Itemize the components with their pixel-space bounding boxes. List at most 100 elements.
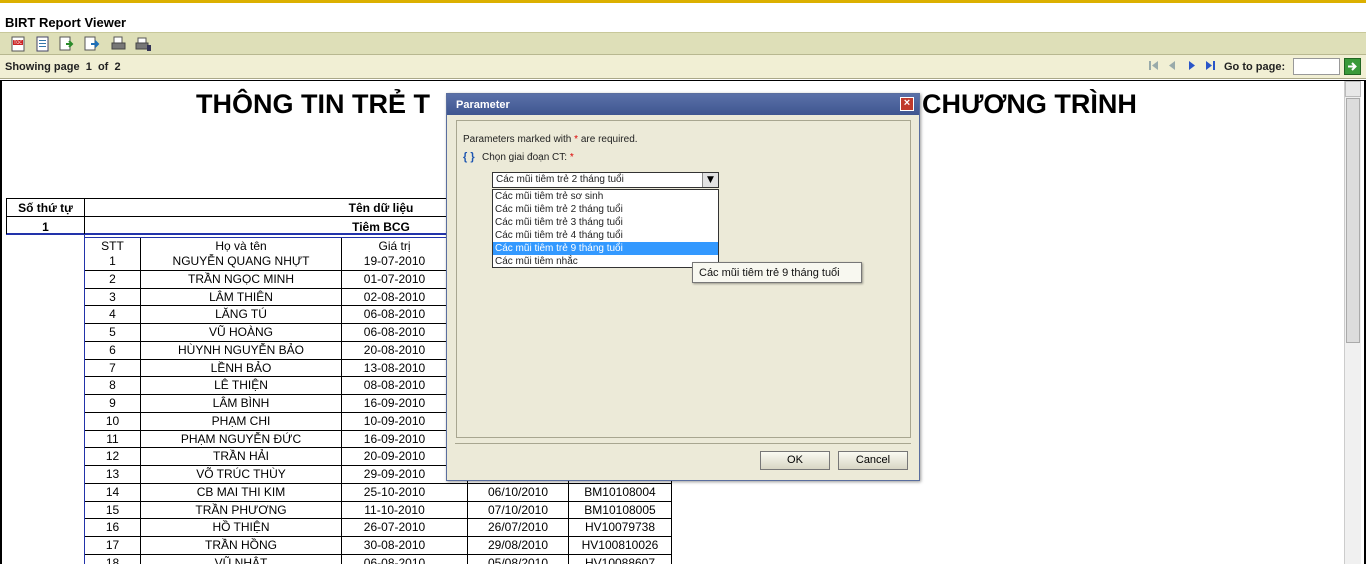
- app-title: BIRT Report Viewer: [5, 15, 127, 30]
- goto-page-label: Go to page:: [1224, 61, 1286, 73]
- row-name: LÂM THIÊN: [209, 290, 273, 304]
- row-date: 06-08-2010: [363, 325, 426, 339]
- row-date: 20-08-2010: [363, 343, 426, 357]
- row-separator: [85, 465, 448, 466]
- option-nhac[interactable]: Các mũi tiêm nhắc: [493, 255, 718, 268]
- row-code: BM10108004: [584, 485, 656, 499]
- row-date2: 05/08/2010: [487, 556, 549, 564]
- option-9-thang[interactable]: Các mũi tiêm trẻ 9 tháng tuổi: [493, 242, 718, 255]
- row-date: 02-08-2010: [363, 290, 426, 304]
- chevron-down-icon[interactable]: ▼: [702, 173, 718, 187]
- row-name: VŨ HOÀNG: [208, 325, 273, 339]
- row-stt: 17: [105, 538, 120, 552]
- row-separator: [85, 288, 448, 289]
- parameter-group-icon: { }: [463, 151, 475, 163]
- parameter-dropdown: Các mũi tiêm trẻ sơ sinh Các mũi tiêm tr…: [492, 189, 719, 268]
- row-name: LÊ THIỆN: [214, 378, 268, 392]
- row-date: 16-09-2010: [363, 432, 426, 446]
- row-date: 01-07-2010: [363, 272, 426, 286]
- col-so-thu-tu: Số thứ tự: [18, 201, 73, 215]
- row-date: 06-08-2010: [363, 556, 426, 564]
- row-date: 19-07-2010: [363, 254, 426, 268]
- cancel-button[interactable]: Cancel: [838, 451, 908, 470]
- row-separator: [85, 376, 448, 377]
- row-name: LĂNG TÚ: [215, 307, 267, 321]
- vertical-scrollbar[interactable]: [1344, 81, 1361, 564]
- first-page-icon[interactable]: [1148, 59, 1160, 72]
- row-date: 29-09-2010: [363, 467, 426, 481]
- row-separator: [85, 412, 448, 413]
- goto-page-input[interactable]: [1293, 58, 1340, 75]
- row-date: 30-08-2010: [363, 538, 426, 552]
- row-separator: [85, 394, 448, 395]
- row-date2: 07/10/2010: [487, 503, 549, 517]
- scroll-up-button[interactable]: [1345, 81, 1361, 97]
- parameter-select[interactable]: Các mũi tiêm trẻ 2 tháng tuổi ▼: [492, 172, 719, 188]
- row-name: TRẦN HỒNG: [205, 538, 277, 552]
- option-so-sinh[interactable]: Các mũi tiêm trẻ sơ sinh: [493, 190, 718, 203]
- sub-header-ho-ten: Họ và tên: [215, 239, 267, 253]
- option-3-thang[interactable]: Các mũi tiêm trẻ 3 tháng tuổi: [493, 216, 718, 229]
- row-stt: 4: [109, 307, 116, 321]
- svg-text:TOC: TOC: [13, 40, 23, 45]
- arrow-right-icon: [1348, 62, 1357, 71]
- row-separator: [85, 501, 672, 502]
- selected-value: Các mũi tiêm trẻ 2 tháng tuổi: [496, 174, 624, 185]
- row-date: 25-10-2010: [363, 485, 426, 499]
- navigation-bar: Showing page 1 of 2 Go to page:: [0, 55, 1366, 79]
- row-stt: 8: [109, 378, 116, 392]
- ok-button[interactable]: OK: [760, 451, 830, 470]
- row-separator: [85, 305, 448, 306]
- row-date: 11-10-2010: [364, 503, 425, 517]
- dialog-title-bar: Parameter ×: [447, 94, 919, 115]
- row-stt: 14: [105, 485, 120, 499]
- print-icon[interactable]: [110, 36, 127, 52]
- row-separator: [85, 536, 672, 537]
- row-name: PHẠM CHI: [211, 414, 271, 428]
- toc-icon[interactable]: TOC: [10, 36, 27, 52]
- row-name: LỀNH BẢO: [210, 361, 272, 375]
- row-stt: 12: [105, 449, 120, 463]
- row-separator: [85, 359, 448, 360]
- row-stt: 15: [105, 503, 120, 517]
- row-name: VŨ NHẬT: [214, 556, 268, 564]
- row-name: PHẠM NGUYỄN ĐỨC: [180, 432, 302, 446]
- next-page-icon[interactable]: [1186, 59, 1198, 72]
- row-date: 20-09-2010: [363, 449, 426, 463]
- row-name: TRẦN HẢI: [212, 449, 269, 463]
- row-name: TRẦN PHƯƠNG: [195, 503, 287, 517]
- option-4-thang[interactable]: Các mũi tiêm trẻ 4 tháng tuổi: [493, 229, 718, 242]
- row-separator: [85, 323, 448, 324]
- sub-header-gia-tri: Giá trị: [378, 239, 411, 253]
- last-page-icon[interactable]: [1204, 59, 1216, 72]
- export-report-icon[interactable]: [83, 36, 100, 52]
- row-date: 13-08-2010: [363, 361, 426, 375]
- row-stt: 18: [105, 556, 120, 564]
- table-border-top: [6, 198, 448, 199]
- row-date2: 29/08/2010: [487, 538, 549, 552]
- previous-page-icon[interactable]: [1166, 59, 1178, 72]
- row-name: HỒ THIỆN: [212, 520, 270, 534]
- row-separator: [85, 554, 672, 555]
- row-code: BM10108005: [584, 503, 656, 517]
- option-2-thang[interactable]: Các mũi tiêm trẻ 2 tháng tuổi: [493, 203, 718, 216]
- dialog-close-icon[interactable]: ×: [900, 97, 914, 111]
- goto-page-button[interactable]: [1344, 58, 1361, 75]
- scroll-thumb[interactable]: [1346, 98, 1360, 343]
- print-server-icon[interactable]: [135, 36, 152, 52]
- sub-header-stt: STT: [101, 239, 124, 253]
- row-name: TRẦN NGỌC MINH: [188, 272, 294, 286]
- parameter-dialog: Parameter × Parameters marked with * are…: [446, 93, 920, 481]
- app-title-bar: BIRT Report Viewer: [0, 3, 1366, 32]
- export-data-icon[interactable]: [58, 36, 75, 52]
- row-stt: 6: [109, 343, 116, 357]
- row-stt: 1: [109, 254, 116, 268]
- run-report-icon[interactable]: [34, 36, 51, 52]
- row-name: NGUYỄN QUANG NHỰT: [172, 254, 310, 268]
- row-stt: 9: [109, 396, 116, 410]
- row-name: VÕ TRÚC THÙY: [196, 467, 286, 481]
- report-title-left: THÔNG TIN TRẺ T: [196, 89, 430, 119]
- row-code: HV10079738: [584, 520, 656, 534]
- row-separator: [85, 430, 448, 431]
- report-title-right: CHƯƠNG TRÌNH: [922, 89, 1137, 119]
